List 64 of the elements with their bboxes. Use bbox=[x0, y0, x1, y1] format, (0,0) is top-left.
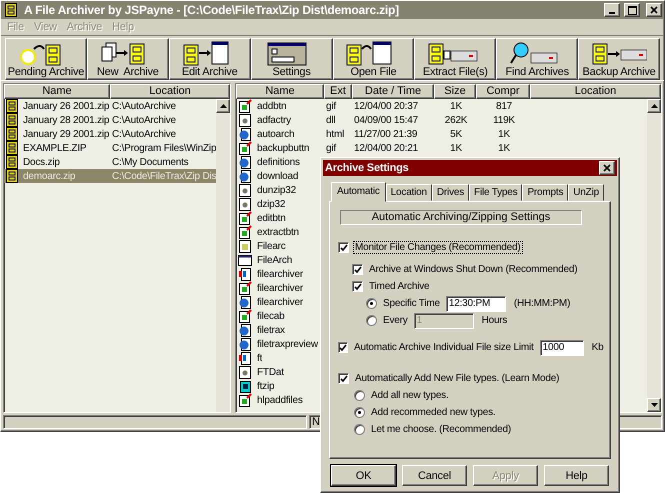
table-cell-text: January 26 2001.zip bbox=[22, 100, 110, 112]
table-cell-text: ftzip bbox=[256, 380, 274, 392]
table-cell-text: 1K bbox=[449, 142, 463, 154]
unit-label: Hours bbox=[482, 315, 508, 326]
table-cell-text: C:\AutoArchive bbox=[111, 114, 177, 126]
table-cell-text: dll bbox=[325, 114, 336, 126]
dialog-title: Archive Settings bbox=[325, 162, 409, 174]
option-label: Automatic Archive Individual File size Limit bbox=[353, 341, 535, 354]
table-cell-text: filecab bbox=[256, 310, 285, 322]
table-cell-text: C:\AutoArchive bbox=[111, 128, 177, 140]
unit-label: Kb bbox=[592, 342, 604, 353]
table-cell-text: 5K bbox=[449, 128, 463, 140]
table-cell-text: 12/04/00 20:21 bbox=[353, 142, 419, 154]
table-cell-text: 04/09/00 15:47 bbox=[353, 114, 419, 126]
table-cell-text: C:\Program Files\WinZip bbox=[111, 142, 216, 154]
table-cell-text: EXAMPLE.ZIP bbox=[22, 142, 88, 154]
table-cell-text: 1K bbox=[497, 128, 511, 140]
table-cell-text: definitions bbox=[256, 156, 300, 168]
table-cell-text: html bbox=[325, 128, 346, 140]
window-title: A File Archiver by JSPayne - [C:\Code\FileTrax\Zip Dist\demoarc.zip] bbox=[24, 3, 400, 17]
table-cell-text: filearchiver bbox=[256, 268, 303, 280]
table-cell-text: demoarc.zip bbox=[22, 170, 76, 182]
table-cell-text: editbtn bbox=[256, 212, 286, 224]
table-cell-text: January 29 2001.zip bbox=[22, 128, 110, 140]
option-label: Every bbox=[382, 314, 409, 327]
table-cell-text: C:\My Documents bbox=[111, 156, 190, 168]
option-label: Archive at Windows Shut Down (Recommended) bbox=[368, 263, 578, 276]
table-cell-text: hlpaddfiles bbox=[256, 394, 303, 406]
table-cell-text: filearchiver bbox=[256, 282, 303, 294]
table-cell-text: Docs.zip bbox=[22, 156, 61, 168]
option-label: Timed Archive bbox=[368, 280, 430, 293]
option-label: Automatically Add New File types. (Learn Mode) bbox=[354, 372, 560, 385]
table-cell-text: 11/27/00 21:39 bbox=[353, 128, 418, 140]
table-cell-text: January 28 2001.zip bbox=[22, 114, 110, 126]
option-label: Specific Time bbox=[382, 297, 441, 310]
table-cell-text: dzip32 bbox=[256, 198, 286, 210]
table-cell-text: 262K bbox=[444, 114, 468, 126]
table-cell-text: 1K bbox=[449, 100, 463, 112]
table-cell-text: ft bbox=[256, 352, 262, 364]
table-cell-text: filetrax bbox=[256, 324, 285, 336]
section-heading: Automatic Archiving/Zipping Settings bbox=[340, 210, 582, 225]
unit-label: (HH:MM:PM) bbox=[514, 298, 570, 309]
table-cell-text: gif bbox=[325, 142, 338, 154]
table-cell-text: FileArch bbox=[256, 254, 292, 266]
table-cell-text: addbtn bbox=[256, 100, 288, 112]
table-cell-text: C:\Code\FileTrax\Zip Dis bbox=[111, 170, 216, 182]
table-cell-text: 1K bbox=[497, 142, 511, 154]
table-cell-text: filearchiver bbox=[256, 296, 303, 308]
table-cell-text: C:\AutoArchive bbox=[111, 100, 177, 112]
table-cell-text: filetraxpreview bbox=[256, 338, 318, 350]
table-cell-text: 817 bbox=[494, 100, 514, 112]
table-cell-text: 119K bbox=[492, 114, 516, 126]
table-cell-text: download bbox=[256, 170, 298, 182]
option-label: Add all new types. bbox=[370, 389, 450, 402]
table-cell-text: FTDat bbox=[256, 366, 284, 378]
table-cell-text: backupbuttn bbox=[256, 142, 310, 154]
table-cell-text: extractbtn bbox=[256, 226, 299, 238]
table-cell-text: dunzip32 bbox=[256, 184, 296, 196]
table-cell-text: adfactry bbox=[256, 114, 292, 126]
table-cell-text: gif bbox=[325, 100, 338, 112]
table-cell-text: autoarch bbox=[256, 128, 296, 140]
table-cell-text: Filearc bbox=[256, 240, 286, 252]
table-cell-text: 12/04/00 20:37 bbox=[353, 100, 419, 112]
option-label: Monitor File Changes (Recommended) bbox=[353, 241, 522, 254]
